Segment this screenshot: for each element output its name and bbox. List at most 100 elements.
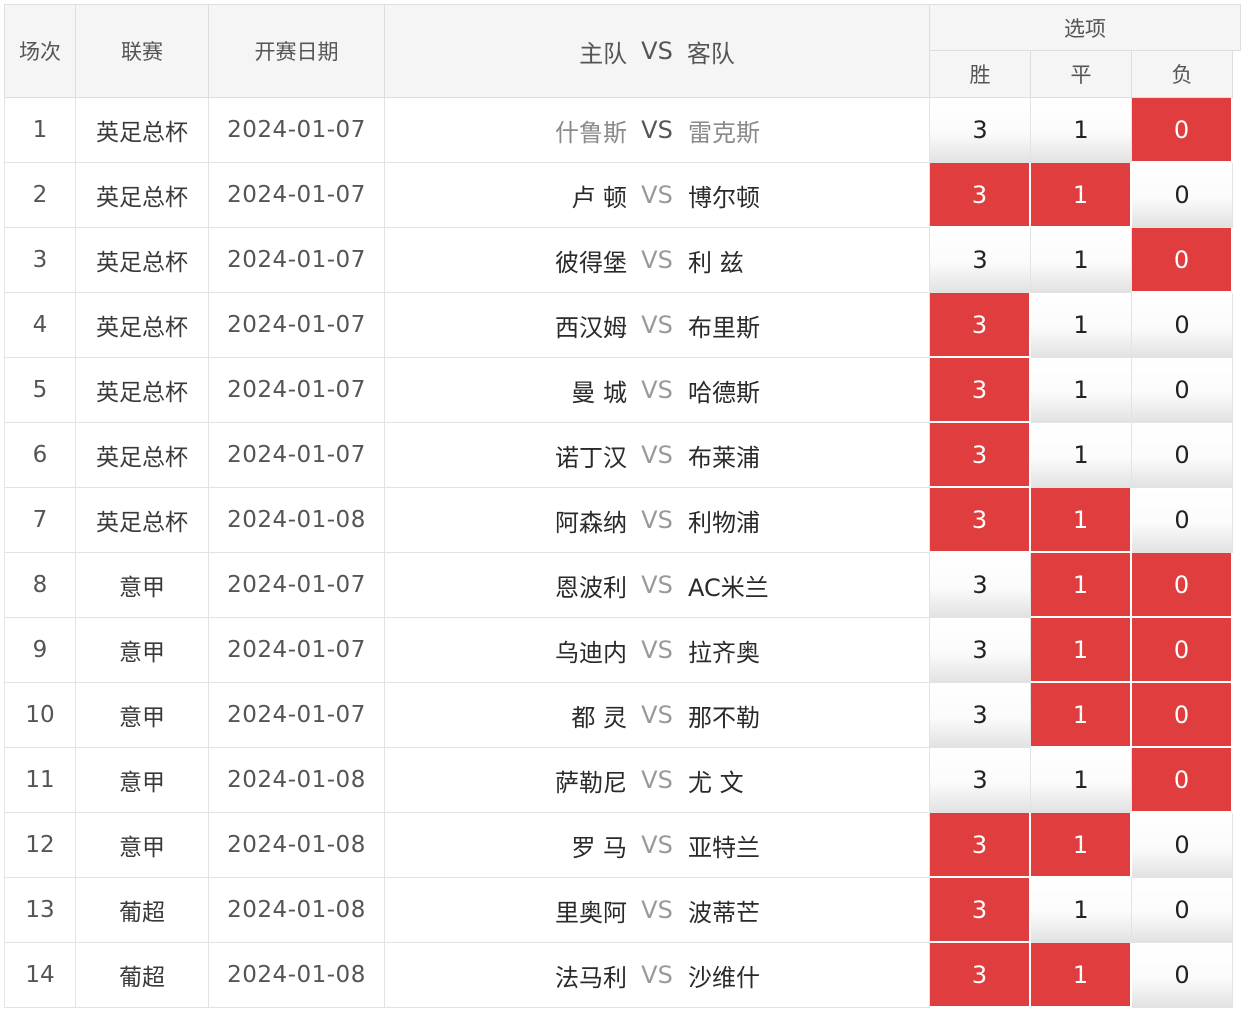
league-cell: 葡超: [76, 943, 209, 1008]
league-cell: 意甲: [76, 553, 209, 618]
win-option[interactable]: 3: [930, 748, 1031, 813]
lose-option[interactable]: 0: [1132, 748, 1233, 813]
vs-label: VS: [641, 571, 673, 599]
round-cell: 2: [4, 163, 76, 228]
league-cell: 英足总杯: [76, 423, 209, 488]
header-teams: 主队 VS 客队: [385, 4, 930, 98]
draw-option[interactable]: 1: [1031, 488, 1132, 553]
draw-option[interactable]: 1: [1031, 553, 1132, 618]
match-cell: 乌迪内 VS 拉齐奥: [385, 618, 930, 683]
win-option[interactable]: 3: [930, 423, 1031, 488]
match-cell: 阿森纳 VS 利物浦: [385, 488, 930, 553]
home-team: 什鲁斯: [555, 118, 627, 147]
draw-option[interactable]: 1: [1031, 813, 1132, 878]
date-cell: 2024-01-07: [209, 358, 385, 423]
league-cell: 英足总杯: [76, 358, 209, 423]
draw-option[interactable]: 1: [1031, 98, 1132, 163]
home-team: 西汉姆: [555, 313, 627, 342]
league-cell: 英足总杯: [76, 163, 209, 228]
draw-option[interactable]: 1: [1031, 683, 1132, 748]
round-cell: 12: [4, 813, 76, 878]
lose-option[interactable]: 0: [1132, 813, 1233, 878]
draw-option[interactable]: 1: [1031, 423, 1132, 488]
lose-option[interactable]: 0: [1132, 553, 1233, 618]
lose-option[interactable]: 0: [1132, 683, 1233, 748]
vs-label: VS: [641, 766, 673, 794]
date-cell: 2024-01-07: [209, 553, 385, 618]
away-team: 亚特兰: [688, 833, 760, 862]
win-option[interactable]: 3: [930, 358, 1031, 423]
lose-option[interactable]: 0: [1132, 228, 1233, 293]
draw-option[interactable]: 1: [1031, 358, 1132, 423]
header-draw: 平: [1031, 51, 1132, 98]
draw-option[interactable]: 1: [1031, 748, 1132, 813]
home-team: 乌迪内: [555, 638, 627, 667]
league-cell: 英足总杯: [76, 293, 209, 358]
vs-label: VS: [641, 311, 673, 339]
draw-option[interactable]: 1: [1031, 618, 1132, 683]
lose-option[interactable]: 0: [1132, 358, 1233, 423]
draw-option[interactable]: 1: [1031, 163, 1132, 228]
win-option[interactable]: 3: [930, 228, 1031, 293]
win-option[interactable]: 3: [930, 293, 1031, 358]
win-option[interactable]: 3: [930, 163, 1031, 228]
draw-option[interactable]: 1: [1031, 878, 1132, 943]
round-cell: 1: [4, 98, 76, 163]
win-option[interactable]: 3: [930, 813, 1031, 878]
lose-option[interactable]: 0: [1132, 163, 1233, 228]
draw-option[interactable]: 1: [1031, 228, 1132, 293]
date-cell: 2024-01-08: [209, 813, 385, 878]
win-option[interactable]: 3: [930, 488, 1031, 553]
win-option[interactable]: 3: [930, 683, 1031, 748]
away-team: 那不勒: [688, 703, 760, 732]
vs-label: VS: [641, 116, 673, 144]
round-cell: 13: [4, 878, 76, 943]
win-option[interactable]: 3: [930, 943, 1031, 1008]
match-cell: 里奥阿 VS 波蒂芒: [385, 878, 930, 943]
league-cell: 意甲: [76, 748, 209, 813]
win-option[interactable]: 3: [930, 618, 1031, 683]
league-cell: 意甲: [76, 813, 209, 878]
draw-option[interactable]: 1: [1031, 293, 1132, 358]
round-cell: 11: [4, 748, 76, 813]
date-cell: 2024-01-07: [209, 423, 385, 488]
round-cell: 10: [4, 683, 76, 748]
match-cell: 法马利 VS 沙维什: [385, 943, 930, 1008]
home-team: 罗 马: [571, 833, 627, 862]
lose-option[interactable]: 0: [1132, 618, 1233, 683]
round-cell: 3: [4, 228, 76, 293]
home-team: 都 灵: [571, 703, 627, 732]
win-option[interactable]: 3: [930, 98, 1031, 163]
vs-label: VS: [641, 961, 673, 989]
date-cell: 2024-01-07: [209, 98, 385, 163]
date-cell: 2024-01-07: [209, 618, 385, 683]
vs-label: VS: [641, 246, 673, 274]
lose-option[interactable]: 0: [1132, 293, 1233, 358]
match-cell: 什鲁斯 VS 雷克斯: [385, 98, 930, 163]
lose-option[interactable]: 0: [1132, 98, 1233, 163]
lose-option[interactable]: 0: [1132, 488, 1233, 553]
draw-option[interactable]: 1: [1031, 943, 1132, 1008]
match-cell: 彼得堡 VS 利 兹: [385, 228, 930, 293]
date-cell: 2024-01-08: [209, 748, 385, 813]
header-round: 场次: [4, 4, 76, 98]
lose-option[interactable]: 0: [1132, 943, 1233, 1008]
win-option[interactable]: 3: [930, 553, 1031, 618]
away-team: 博尔顿: [688, 183, 760, 212]
home-team: 彼得堡: [555, 248, 627, 277]
match-cell: 卢 顿 VS 博尔顿: [385, 163, 930, 228]
lose-option[interactable]: 0: [1132, 423, 1233, 488]
win-option[interactable]: 3: [930, 878, 1031, 943]
vs-label: VS: [641, 831, 673, 859]
round-cell: 6: [4, 423, 76, 488]
header-away: 客队: [686, 39, 735, 68]
round-cell: 9: [4, 618, 76, 683]
match-cell: 曼 城 VS 哈德斯: [385, 358, 930, 423]
lose-option[interactable]: 0: [1132, 878, 1233, 943]
match-cell: 萨勒尼 VS 尤 文: [385, 748, 930, 813]
date-cell: 2024-01-08: [209, 943, 385, 1008]
round-cell: 8: [4, 553, 76, 618]
vs-label: VS: [641, 181, 673, 209]
date-cell: 2024-01-08: [209, 488, 385, 553]
header-lose: 负: [1132, 51, 1233, 98]
